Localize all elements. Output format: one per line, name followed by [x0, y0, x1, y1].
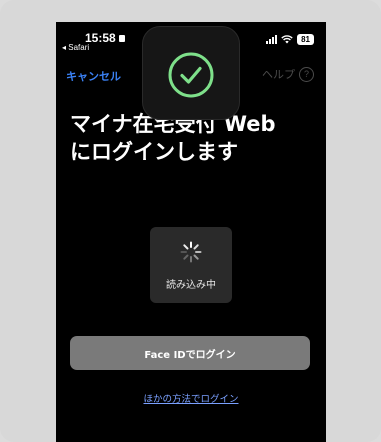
checkmark-circle-icon [168, 52, 214, 98]
cancel-button[interactable]: キャンセル [66, 68, 121, 84]
phone-screen: 15:58 ◂ Safari 81 キャンセル ヘルプ ? マイナ在宅受付 We… [56, 22, 326, 442]
other-login-method-link[interactable]: ほかの方法でログイン [56, 391, 326, 405]
battery-indicator: 81 [297, 34, 314, 45]
cellular-signal-icon [266, 35, 278, 44]
wifi-icon [281, 35, 293, 44]
loading-indicator: 読み込み中 [150, 227, 232, 303]
back-to-safari[interactable]: ◂ Safari [62, 43, 89, 52]
question-circle-icon: ? [299, 66, 314, 82]
spinner-icon [180, 241, 202, 263]
status-time-text: 15:58 [85, 31, 116, 45]
help-button[interactable]: ヘルプ ? [262, 66, 314, 82]
screenshot-frame: 15:58 ◂ Safari 81 キャンセル ヘルプ ? マイナ在宅受付 We… [0, 0, 381, 442]
loading-label: 読み込み中 [166, 280, 216, 291]
status-indicators: 81 [266, 34, 314, 45]
help-label: ヘルプ [262, 69, 295, 81]
success-overlay [142, 26, 240, 120]
faceid-login-button[interactable]: Face IDでログイン [70, 336, 310, 370]
title-line-2: にログインします [70, 140, 238, 164]
lock-icon [118, 35, 125, 42]
status-time: 15:58 [85, 31, 125, 45]
